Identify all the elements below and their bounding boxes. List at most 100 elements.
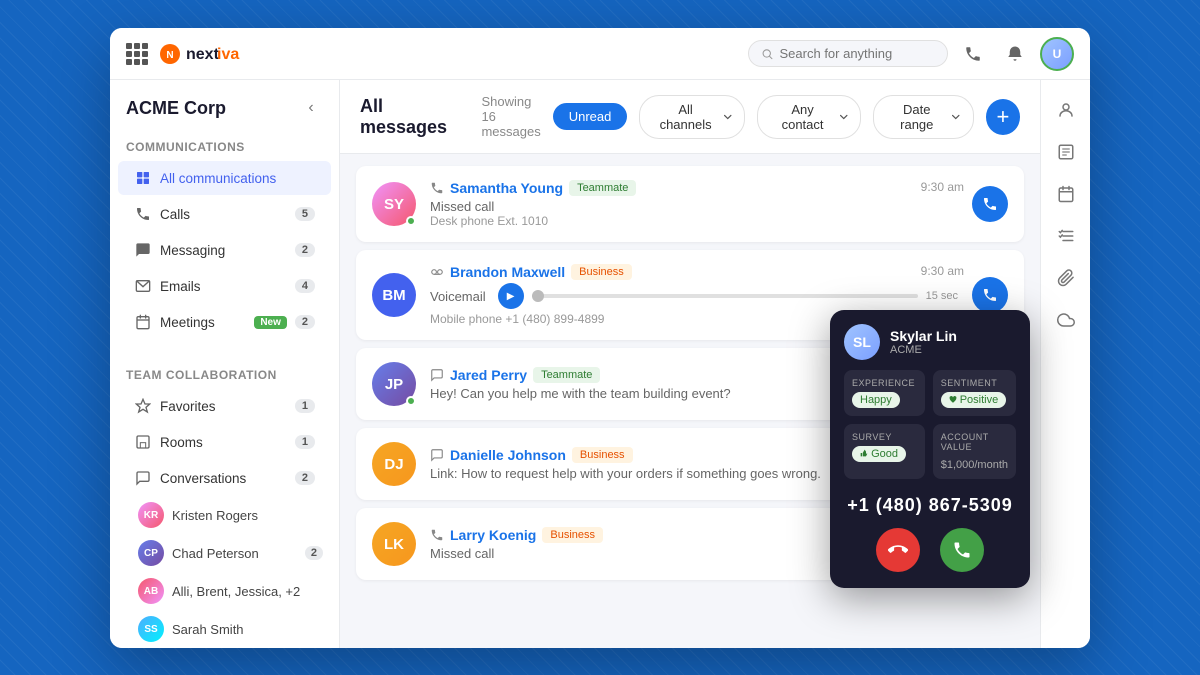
meetings-label: Meetings: [160, 315, 246, 330]
samantha-young-call-button[interactable]: [972, 186, 1008, 222]
right-sidebar: [1040, 80, 1090, 648]
emails-badge: 4: [295, 279, 315, 293]
sidebar: ACME Corp ‹ Communications All communica…: [110, 80, 340, 648]
messaging-label: Messaging: [160, 243, 287, 258]
brandon-maxwell-time: 9:30 am: [921, 264, 964, 278]
sidebar-item-favorites[interactable]: Favorites 1: [118, 389, 331, 423]
cloud-icon: [1057, 311, 1075, 329]
calendar-icon: [1057, 185, 1075, 203]
danielle-johnson-avatar: DJ: [372, 442, 416, 486]
sub-item-sarah-smith[interactable]: SS Sarah Smith: [110, 610, 339, 648]
logo: N next iva: [160, 42, 740, 66]
notes-icon: [1057, 143, 1075, 161]
right-sidebar-notes-button[interactable]: [1048, 134, 1084, 170]
brandon-maxwell-tag: Business: [571, 264, 632, 280]
sidebar-item-messaging[interactable]: Messaging 2: [118, 233, 331, 267]
call-popup: SL Skylar Lin ACME EXPERIENCE Happy SENT…: [830, 310, 1030, 588]
popup-decline-button[interactable]: [876, 528, 920, 572]
team-collaboration-section-title: Team collaboration: [110, 356, 339, 388]
conversations-label: Conversations: [160, 471, 287, 486]
popup-stats: EXPERIENCE Happy SENTIMENT Positive SURV…: [830, 370, 1030, 489]
add-message-button[interactable]: +: [986, 99, 1020, 135]
bell-icon: [1006, 45, 1024, 63]
brandon-maxwell-sender-row: Brandon Maxwell Business: [430, 264, 958, 280]
sarah-smith-label: Sarah Smith: [172, 622, 323, 637]
right-sidebar-tasks-button[interactable]: [1048, 218, 1084, 254]
any-contact-filter-button[interactable]: Any contact: [757, 95, 861, 139]
samantha-young-tag: Teammate: [569, 180, 636, 196]
right-sidebar-attachments-button[interactable]: [1048, 260, 1084, 296]
phone-nav-button[interactable]: [956, 37, 990, 71]
jared-perry-name[interactable]: Jared Perry: [450, 367, 527, 383]
chad-peterson-badge: 2: [305, 546, 323, 560]
larry-koenig-name[interactable]: Larry Koenig: [450, 527, 536, 543]
right-sidebar-contacts-button[interactable]: [1048, 92, 1084, 128]
collapse-sidebar-button[interactable]: ‹: [299, 96, 323, 120]
sentiment-label: SENTIMENT: [941, 378, 1008, 388]
samantha-young-time: 9:30 am: [921, 180, 964, 194]
call-type-icon-3: [430, 528, 444, 542]
account-value-amount: $1,000/month: [941, 456, 1008, 471]
sidebar-item-conversations[interactable]: Conversations 2: [118, 461, 331, 495]
sidebar-item-emails[interactable]: Emails 4: [118, 269, 331, 303]
kristen-rogers-avatar: KR: [138, 502, 164, 528]
voicemail-progress-thumb: [532, 290, 544, 302]
rooms-badge: 1: [295, 435, 315, 449]
add-icon: +: [996, 104, 1009, 130]
decline-icon: [888, 540, 908, 560]
calls-label: Calls: [160, 207, 287, 222]
sub-item-kristen-rogers[interactable]: KR Kristen Rogers: [110, 496, 339, 534]
emails-icon: [134, 277, 152, 295]
search-input[interactable]: [780, 46, 935, 61]
samantha-young-name[interactable]: Samantha Young: [450, 180, 563, 196]
nextiva-logo-svg: N next iva: [160, 42, 240, 66]
conversations-icon: [134, 469, 152, 487]
larry-koenig-avatar: LK: [372, 522, 416, 566]
call-type-icon: [430, 181, 444, 195]
sidebar-item-calls[interactable]: Calls 5: [118, 197, 331, 231]
content-header: All messages Showing 16 messages Unread …: [340, 80, 1040, 154]
chad-peterson-label: Chad Peterson: [172, 546, 297, 561]
sentiment-value: Positive: [941, 392, 1008, 408]
popup-contact-info: Skylar Lin ACME: [890, 328, 957, 356]
right-sidebar-cloud-button[interactable]: [1048, 302, 1084, 338]
sentiment-chip: Positive: [941, 392, 1007, 408]
date-range-filter-button[interactable]: Date range: [873, 95, 974, 139]
danielle-johnson-name[interactable]: Danielle Johnson: [450, 447, 566, 463]
call-button-icon-2: [982, 287, 998, 303]
user-avatar[interactable]: U: [1040, 37, 1074, 71]
survey-stat: SURVEY Good: [844, 424, 925, 479]
sidebar-item-rooms[interactable]: Rooms 1: [118, 425, 331, 459]
sub-item-chad-peterson[interactable]: CP Chad Peterson 2: [110, 534, 339, 572]
chevron-down-icon: [723, 112, 732, 122]
message-card-samantha-young[interactable]: SY Samantha Young Teammate Missed call D…: [356, 166, 1024, 242]
sub-item-alli-group[interactable]: AB Alli, Brent, Jessica, +2: [110, 572, 339, 610]
voicemail-play-button[interactable]: ▶: [498, 283, 524, 309]
brandon-maxwell-call-button[interactable]: [972, 277, 1008, 313]
grid-icon[interactable]: [126, 43, 148, 65]
messaging-icon: [134, 241, 152, 259]
brandon-maxwell-name[interactable]: Brandon Maxwell: [450, 264, 565, 280]
right-sidebar-calendar-button[interactable]: [1048, 176, 1084, 212]
sidebar-item-all-communications[interactable]: All communications: [118, 161, 331, 195]
contacts-icon: [1057, 101, 1075, 119]
showing-text: Showing 16 messages: [481, 94, 540, 139]
thumb-icon: [860, 449, 868, 457]
unread-filter-button[interactable]: Unread: [553, 103, 628, 130]
search-bar[interactable]: [748, 40, 948, 67]
popup-phone-number: +1 (480) 867-5309: [830, 489, 1030, 528]
all-channels-filter-button[interactable]: All channels: [639, 95, 745, 139]
sidebar-item-meetings[interactable]: Meetings New 2: [118, 305, 331, 339]
avatar-initials: U: [1053, 47, 1062, 61]
voicemail-progress-bar[interactable]: [532, 294, 918, 298]
kristen-rogers-label: Kristen Rogers: [172, 508, 323, 523]
heart-icon: [949, 396, 957, 404]
favorites-badge: 1: [295, 399, 315, 413]
messaging-badge: 2: [295, 243, 315, 257]
content-title: All messages: [360, 96, 469, 138]
svg-text:N: N: [166, 50, 173, 61]
popup-answer-button[interactable]: [940, 528, 984, 572]
notifications-button[interactable]: [998, 37, 1032, 71]
samantha-young-sub: Desk phone Ext. 1010: [430, 214, 958, 228]
favorites-icon: [134, 397, 152, 415]
